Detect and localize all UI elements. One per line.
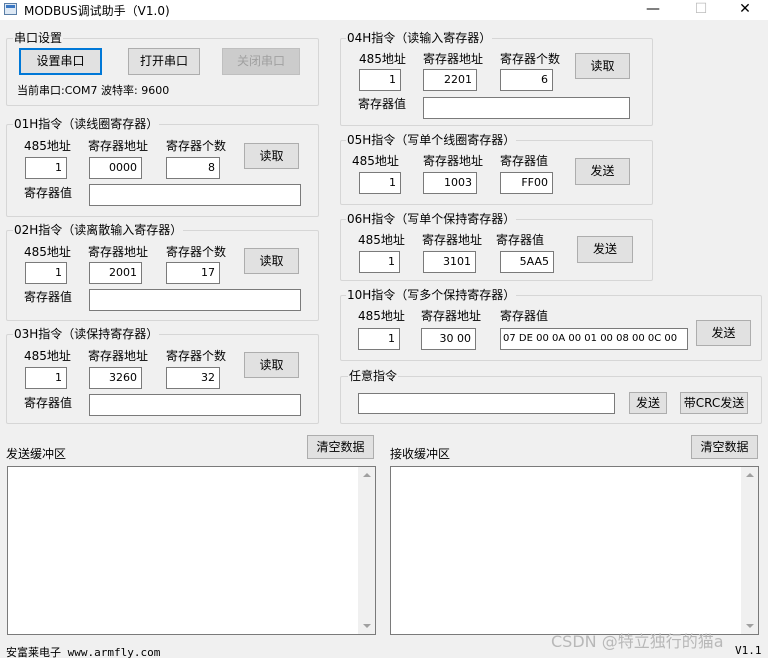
minimize-icon[interactable]: — — [630, 0, 676, 20]
any-send-button[interactable]: 发送 — [629, 392, 667, 414]
cmd02-reg-addr-input[interactable]: 2001 — [89, 262, 142, 284]
close-icon[interactable]: ✕ — [722, 0, 768, 20]
recv-buffer-label: 接收缓冲区 — [390, 447, 451, 461]
scroll-down-icon[interactable] — [363, 624, 371, 628]
send-buffer-textarea[interactable] — [7, 466, 376, 635]
cmd06-addr485-input[interactable]: 1 — [359, 251, 400, 273]
cmd01-reg-addr-label: 寄存器地址 — [88, 139, 149, 153]
csdn-watermark: CSDN @特立独行的猫a — [551, 632, 724, 651]
serial-settings-label: 串口设置 — [13, 31, 64, 45]
any-cmd-input[interactable] — [358, 393, 615, 414]
cmd05-reg-addr-label: 寄存器地址 — [423, 154, 484, 168]
cmd04-reg-count-label: 寄存器个数 — [500, 52, 561, 66]
cmd03-reg-count-label: 寄存器个数 — [166, 349, 227, 363]
cmd03-title: 03H指令（读保持寄存器） — [13, 327, 160, 341]
cmd10-reg-value-input[interactable]: 07 DE 00 0A 00 01 00 08 00 0C 00 — [500, 328, 688, 350]
cmd02-reg-count-input[interactable]: 17 — [166, 262, 220, 284]
cmd06-reg-addr-input[interactable]: 3101 — [423, 251, 476, 273]
cmd04-reg-addr-input[interactable]: 2201 — [423, 69, 477, 91]
cmd04-addr485-label: 485地址 — [359, 52, 406, 66]
cmd02-reg-count-label: 寄存器个数 — [166, 245, 227, 259]
cmd03-reg-addr-label: 寄存器地址 — [88, 349, 149, 363]
cmd06-title: 06H指令（写单个保持寄存器） — [346, 212, 517, 226]
recv-buffer-textarea[interactable] — [390, 466, 759, 635]
cmd01-addr485-input[interactable]: 1 — [25, 157, 67, 179]
cmd01-reg-value-input[interactable] — [89, 184, 301, 206]
serial-status: 当前串口:COM7 波特率: 9600 — [17, 84, 170, 97]
cmd06-reg-value-input[interactable]: 5AA5 — [500, 251, 554, 273]
cmd04-reg-addr-label: 寄存器地址 — [423, 52, 484, 66]
any-cmd-title: 任意指令 — [348, 369, 399, 383]
maximize-icon: ☐ — [694, 1, 708, 17]
recv-buffer-scrollbar[interactable] — [741, 467, 758, 634]
cmd02-addr485-label: 485地址 — [24, 245, 71, 259]
cmd05-send-button[interactable]: 发送 — [575, 158, 630, 185]
cmd03-reg-value-label: 寄存器值 — [24, 396, 73, 410]
cmd03-read-button[interactable]: 读取 — [244, 352, 299, 378]
cmd10-title: 10H指令（写多个保持寄存器） — [346, 288, 517, 302]
cmd02-reg-value-label: 寄存器值 — [24, 290, 73, 304]
clear-send-buffer-button[interactable]: 清空数据 — [307, 435, 374, 459]
app-icon — [4, 3, 17, 15]
footer-company: 安富莱电子 www.armfly.com — [6, 646, 161, 658]
cmd01-reg-count-input[interactable]: 8 — [166, 157, 220, 179]
cmd03-reg-count-input[interactable]: 32 — [166, 367, 220, 389]
cmd04-title: 04H指令（读输入寄存器） — [346, 31, 493, 45]
scroll-up-icon[interactable] — [363, 473, 371, 477]
cmd03-addr485-label: 485地址 — [24, 349, 71, 363]
window-title: MODBUS调试助手（V1.0) — [24, 4, 170, 18]
close-serial-button: 关闭串口 — [222, 48, 300, 75]
scroll-up-icon[interactable] — [746, 473, 754, 477]
cmd10-addr485-label: 485地址 — [358, 309, 405, 323]
cmd02-reg-addr-label: 寄存器地址 — [88, 245, 149, 259]
cmd06-reg-value-label: 寄存器值 — [496, 233, 545, 247]
cmd05-reg-addr-input[interactable]: 1003 — [423, 172, 477, 194]
cmd06-reg-addr-label: 寄存器地址 — [422, 233, 483, 247]
cmd01-title: 01H指令（读线圈寄存器） — [13, 117, 160, 131]
crc-send-button[interactable]: 带CRC发送 — [680, 392, 748, 414]
send-buffer-label: 发送缓冲区 — [6, 447, 67, 461]
cmd03-addr485-input[interactable]: 1 — [25, 367, 67, 389]
cmd03-reg-value-input[interactable] — [89, 394, 301, 416]
cmd01-reg-addr-input[interactable]: 0000 — [89, 157, 142, 179]
footer-version: V1.1 — [735, 644, 762, 657]
cmd05-addr485-label: 485地址 — [352, 154, 399, 168]
cmd01-read-button[interactable]: 读取 — [244, 143, 299, 169]
cmd02-reg-value-input[interactable] — [89, 289, 301, 311]
cmd04-reg-count-input[interactable]: 6 — [500, 69, 553, 91]
cmd04-reg-value-input[interactable] — [423, 97, 630, 119]
setup-serial-button[interactable]: 设置串口 — [19, 48, 102, 75]
open-serial-button[interactable]: 打开串口 — [128, 48, 200, 75]
cmd02-title: 02H指令（读离散输入寄存器） — [13, 223, 184, 237]
cmd06-addr485-label: 485地址 — [358, 233, 405, 247]
cmd10-addr485-input[interactable]: 1 — [358, 328, 400, 350]
clear-recv-buffer-button[interactable]: 清空数据 — [691, 435, 758, 459]
cmd10-reg-addr-input[interactable]: 30 00 — [421, 328, 476, 350]
cmd03-reg-addr-input[interactable]: 3260 — [89, 367, 142, 389]
cmd10-reg-addr-label: 寄存器地址 — [421, 309, 482, 323]
cmd02-read-button[interactable]: 读取 — [244, 248, 299, 274]
cmd04-reg-value-label: 寄存器值 — [358, 97, 407, 111]
scroll-down-icon[interactable] — [746, 624, 754, 628]
cmd05-addr485-input[interactable]: 1 — [359, 172, 401, 194]
cmd05-reg-value-label: 寄存器值 — [500, 154, 549, 168]
cmd04-addr485-input[interactable]: 1 — [359, 69, 401, 91]
cmd10-send-button[interactable]: 发送 — [696, 320, 751, 346]
cmd10-reg-value-label: 寄存器值 — [500, 309, 549, 323]
send-buffer-scrollbar[interactable] — [358, 467, 375, 634]
cmd01-addr485-label: 485地址 — [24, 139, 71, 153]
cmd01-reg-value-label: 寄存器值 — [24, 186, 73, 200]
cmd06-send-button[interactable]: 发送 — [577, 236, 633, 263]
cmd05-title: 05H指令（写单个线圈寄存器） — [346, 133, 517, 147]
cmd01-reg-count-label: 寄存器个数 — [166, 139, 227, 153]
cmd02-addr485-input[interactable]: 1 — [25, 262, 67, 284]
cmd04-read-button[interactable]: 读取 — [575, 53, 630, 79]
cmd05-reg-value-input[interactable]: FF00 — [500, 172, 553, 194]
